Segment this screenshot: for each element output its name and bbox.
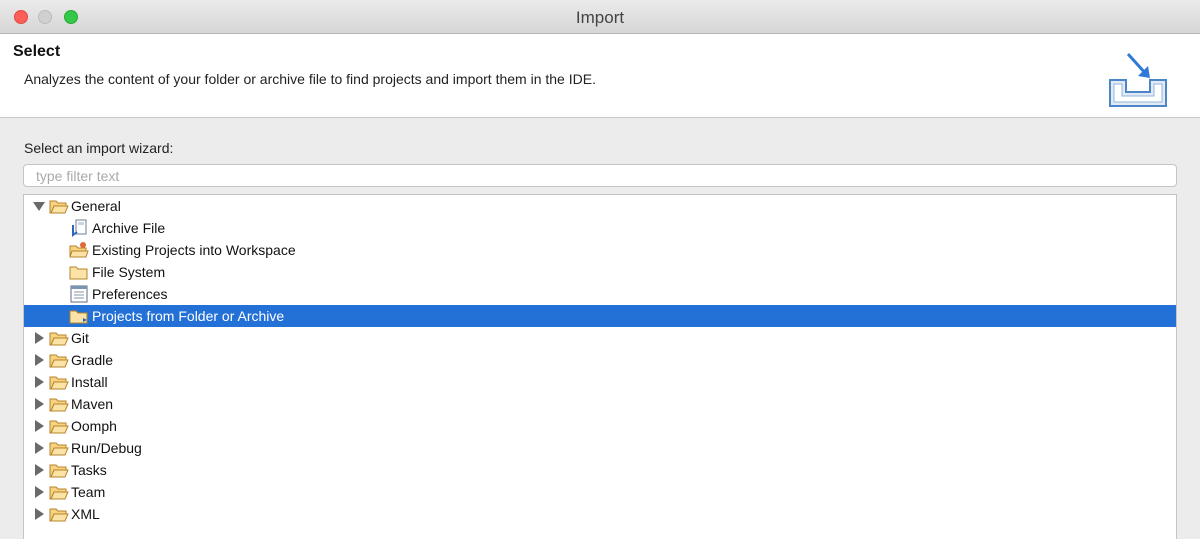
filter-input[interactable] [23,164,1177,187]
window-title: Import [575,8,625,27]
open-folder-icon [49,398,69,412]
tree-category-team[interactable]: Team [24,481,1176,503]
tree-category-gradle[interactable]: Gradle [24,349,1176,371]
collapsed-triangle-icon[interactable] [34,354,46,366]
tree-category-maven[interactable]: Maven [24,393,1176,415]
tree-label: Oomph [71,418,117,434]
open-folder-icon [49,442,69,456]
tree-item-preferences[interactable]: Preferences [24,283,1176,305]
collapsed-triangle-icon[interactable] [34,420,46,432]
title-bar: Import [0,0,1200,34]
open-folder-icon [49,200,69,214]
page-title: Select [13,43,61,60]
tree-label: General [71,198,121,214]
tree-label: Git [71,330,89,346]
tree-category-tasks[interactable]: Tasks [24,459,1176,481]
collapsed-triangle-icon[interactable] [34,376,46,388]
collapsed-triangle-icon[interactable] [34,486,46,498]
tree-label: Projects from Folder or Archive [92,308,285,324]
open-folder-icon [49,420,69,434]
tree-item-file-system[interactable]: File System [24,261,1176,283]
archive-file-icon [72,219,87,237]
import-wizard-icon [1109,52,1167,107]
open-folder-icon [49,376,69,390]
import-dialog: Import Select Analyzes the content of yo… [0,0,1200,539]
open-folder-icon [49,354,69,368]
tree-label: XML [71,506,100,522]
tree-label: Install [71,374,108,390]
tree-category-xml[interactable]: XML [24,503,1176,525]
existing-projects-icon [69,242,89,258]
tree-label: Gradle [71,352,114,368]
open-folder-icon [49,486,69,500]
tree-item-existing-projects[interactable]: Existing Projects into Workspace [24,239,1176,261]
wizard-header: Select Analyzes the content of your fold… [0,34,1200,118]
tree-category-run-debug[interactable]: Run/Debug [24,437,1176,459]
tree-label: Run/Debug [71,440,142,456]
collapsed-triangle-icon[interactable] [34,464,46,476]
preferences-icon [70,285,88,303]
tree-label: File System [92,264,166,280]
tree-item-projects-from-folder[interactable]: Projects from Folder or Archive [24,305,1176,327]
page-description: Analyzes the content of your folder or a… [24,71,596,87]
tree-category-general[interactable]: General [24,195,1176,217]
open-folder-icon [49,332,69,346]
tree-label: Archive File [92,220,166,236]
tree-label: Team [71,484,106,500]
tree-category-git[interactable]: Git [24,327,1176,349]
folder-icon [69,310,88,324]
tree-label: Existing Projects into Workspace [92,242,296,258]
collapsed-triangle-icon[interactable] [34,398,46,410]
collapsed-triangle-icon[interactable] [34,442,46,454]
tree-category-install[interactable]: Install [24,371,1176,393]
collapsed-triangle-icon[interactable] [34,508,46,520]
tree-label: Preferences [92,286,168,302]
tree-label: Tasks [71,462,107,478]
open-folder-icon [49,464,69,478]
wizard-tree[interactable]: General Archive File Existing Projects i… [23,194,1177,539]
wizard-selector-label: Select an import wizard: [24,140,174,156]
tree-item-archive-file[interactable]: Archive File [24,217,1176,239]
expanded-triangle-icon[interactable] [33,201,45,213]
tree-category-oomph[interactable]: Oomph [24,415,1176,437]
collapsed-triangle-icon[interactable] [34,332,46,344]
folder-icon [69,266,88,280]
tree-label: Maven [71,396,114,412]
open-folder-icon [49,508,69,522]
